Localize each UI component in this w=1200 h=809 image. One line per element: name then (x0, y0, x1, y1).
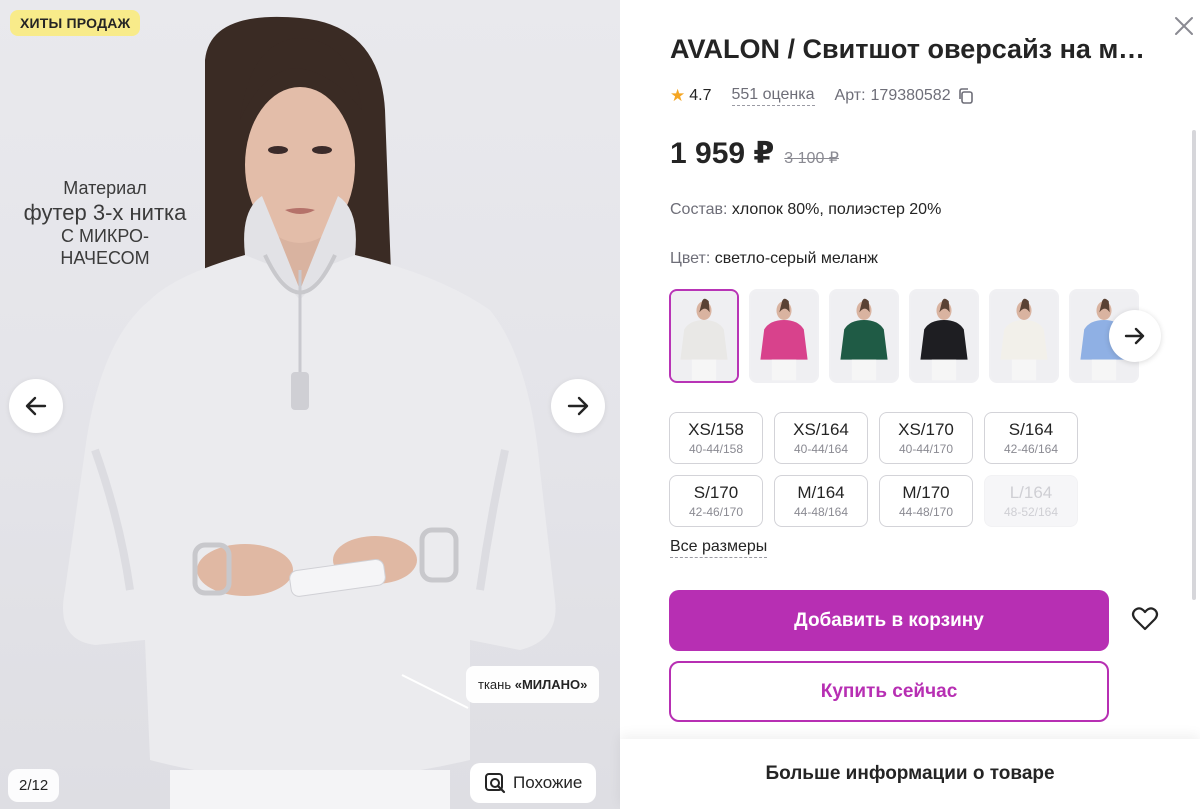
heart-icon (1131, 607, 1159, 631)
fabric-label-name: «МИЛАНО» (514, 677, 588, 692)
color-swatch[interactable] (989, 289, 1059, 383)
material-overlay-line: с микро- (60, 225, 150, 246)
close-button[interactable] (1168, 10, 1200, 42)
product-title: AVALON / Свитшот оверсайз на молнии (670, 34, 1150, 64)
scrollbar[interactable] (1192, 130, 1196, 600)
product-meta: ★ 4.7 551 оценка Арт: 179380582 (670, 86, 975, 106)
color-swatch[interactable] (909, 289, 979, 383)
reviews-link[interactable]: 551 оценка (731, 86, 815, 106)
copy-article-button[interactable] (957, 87, 975, 105)
arrow-right-icon (1124, 327, 1145, 345)
size-option[interactable]: XS/158 40-44/158 (669, 412, 763, 464)
size-range: 40-44/170 (898, 442, 954, 456)
current-price: 1 959 ₽ (670, 137, 775, 170)
arrow-left-icon (25, 396, 47, 416)
product-details: AVALON / Свитшот оверсайз на молнии ★ 4.… (620, 0, 1200, 809)
image-search-icon (485, 773, 506, 794)
size-option: L/164 48-52/164 (984, 475, 1078, 527)
more-info-button[interactable]: Больше информации о товаре (620, 739, 1200, 809)
size-range: 44-48/164 (793, 505, 849, 519)
material-overlay-line: начесом (60, 247, 150, 268)
bestseller-badge: ХИТЫ ПРОДАЖ (10, 10, 141, 36)
size-label: M/170 (902, 483, 950, 502)
composition-value: хлопок 80%, полиэстер 20% (731, 201, 942, 218)
composition-label: Состав: (670, 201, 728, 218)
size-range: 44-48/170 (898, 505, 954, 519)
size-option[interactable]: M/170 44-48/170 (879, 475, 973, 527)
swatch-thumbnail (911, 291, 977, 381)
material-overlay-line: футер 3-х нитка (23, 199, 187, 225)
similar-button-label: Похожие (513, 773, 583, 792)
size-option[interactable]: S/170 42-46/170 (669, 475, 763, 527)
color-info: Цвет: светло-серый меланж (670, 250, 878, 268)
color-value: светло-серый меланж (714, 250, 878, 267)
size-option[interactable]: XS/170 40-44/170 (879, 412, 973, 464)
old-price: 3 100 ₽ (784, 150, 839, 167)
close-icon (1175, 17, 1193, 35)
size-label: M/164 (797, 483, 845, 502)
size-range: 42-46/164 (1003, 442, 1059, 456)
article-label: Арт: (834, 87, 866, 104)
swatch-thumbnail (831, 291, 897, 381)
size-option[interactable]: M/164 44-48/164 (774, 475, 868, 527)
size-label: XS/158 (688, 420, 744, 439)
gallery-prev-button[interactable] (9, 379, 63, 433)
buy-now-button[interactable]: Купить сейчас (669, 661, 1109, 722)
product-quick-view: ХИТЫ ПРОДАЖ Материал футер 3-х нитка с м… (0, 0, 1200, 809)
color-swatch[interactable] (829, 289, 899, 383)
swatch-thumbnail (991, 291, 1057, 381)
color-label: Цвет: (670, 250, 711, 267)
color-swatch[interactable] (749, 289, 819, 383)
rating-value: 4.7 (689, 87, 712, 104)
copy-icon (958, 88, 973, 104)
add-to-cart-button[interactable]: Добавить в корзину (669, 590, 1109, 651)
similar-button[interactable]: Похожие (470, 763, 597, 803)
gallery-next-button[interactable] (551, 379, 605, 433)
all-sizes-link[interactable]: Все размеры (670, 538, 768, 558)
color-swatches (669, 289, 1139, 383)
size-option[interactable]: XS/164 40-44/164 (774, 412, 868, 464)
star-icon: ★ (670, 86, 686, 105)
size-range: 42-46/170 (688, 505, 744, 519)
favorite-button[interactable] (1128, 602, 1162, 636)
swatch-thumbnail (671, 291, 737, 381)
arrow-right-icon (567, 396, 589, 416)
size-label: XS/170 (898, 420, 954, 439)
swatch-thumbnail (751, 291, 817, 381)
color-swatch[interactable] (669, 289, 739, 383)
size-label: L/164 (1009, 483, 1053, 502)
swatches-next-button[interactable] (1109, 310, 1161, 362)
fabric-label-prefix: ткань (478, 677, 515, 692)
article-number: 179380582 (870, 87, 951, 104)
size-label: XS/164 (793, 420, 849, 439)
material-overlay: Материал футер 3-х нитка с микро- начесо… (10, 178, 200, 269)
image-counter: 2/12 (8, 769, 60, 802)
size-range: 40-44/164 (793, 442, 849, 456)
size-label: S/170 (693, 483, 739, 502)
product-gallery[interactable]: ХИТЫ ПРОДАЖ Материал футер 3-х нитка с м… (0, 0, 620, 809)
price-row: 1 959 ₽ 3 100 ₽ (670, 136, 839, 171)
fabric-label: ткань «МИЛАНО» (466, 666, 600, 703)
size-label: S/164 (1008, 420, 1054, 439)
composition: Состав: хлопок 80%, полиэстер 20% (670, 201, 941, 219)
size-option[interactable]: S/164 42-46/164 (984, 412, 1078, 464)
size-range: 40-44/158 (688, 442, 744, 456)
size-range: 48-52/164 (1003, 505, 1059, 519)
size-grid: XS/158 40-44/158 XS/164 40-44/164 XS/170 40-4… (669, 412, 1089, 527)
material-overlay-line: Материал (63, 178, 147, 198)
